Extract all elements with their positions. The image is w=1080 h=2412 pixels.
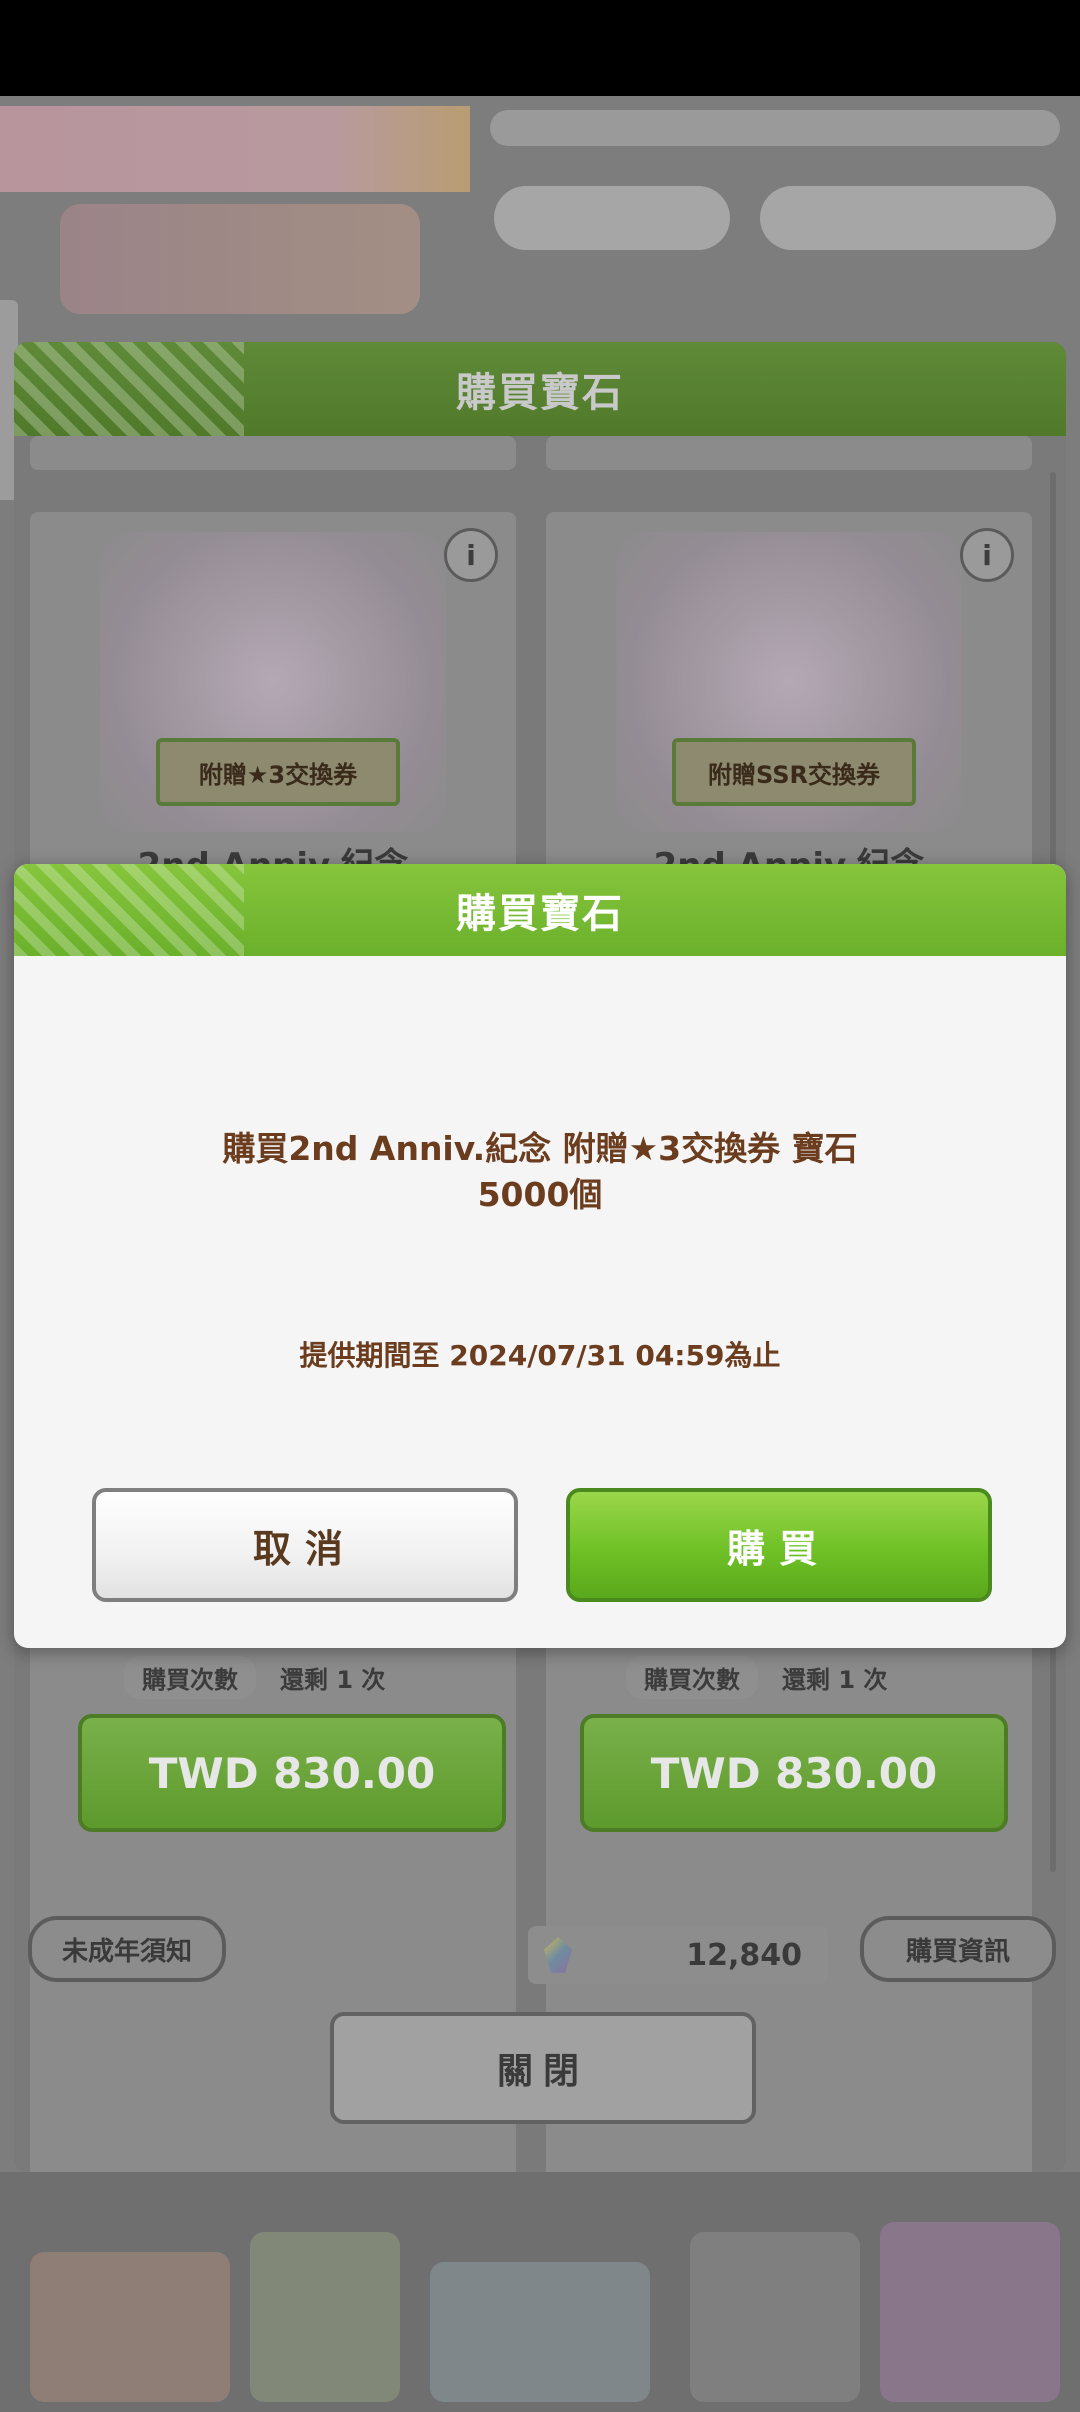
info-icon[interactable]: i — [444, 528, 498, 582]
bonus-ticket-label: 附贈★3交換券 — [156, 738, 400, 806]
background-thumbnail — [30, 2252, 230, 2402]
confirm-message-line1: 購買2nd Anniv.紀念 附贈★3交換券 寶石 — [222, 1129, 858, 1168]
background-bottom-strip — [0, 2172, 1080, 2412]
purchase-info-button[interactable]: 購買資訊 — [860, 1916, 1056, 1982]
purchase-count: 購買次數 還剩 1 次 — [124, 1656, 393, 1699]
cancel-button[interactable]: 取消 — [92, 1488, 518, 1602]
purchase-confirm-dialog: 購買寶石 購買2nd Anniv.紀念 附贈★3交換券 寶石 5000個 提供期… — [14, 864, 1066, 1648]
confirm-dialog-title: 購買寶石 — [456, 891, 624, 937]
status-bar — [0, 0, 1080, 96]
purchase-count-label: 購買次數 — [626, 1656, 758, 1699]
background-thumbnail — [430, 2262, 650, 2402]
confirm-message-line2: 5000個 — [477, 1175, 603, 1214]
gem-icon — [544, 1937, 572, 1973]
product-card-partial — [30, 436, 516, 470]
purchase-count: 購買次數 還剩 1 次 — [626, 1656, 895, 1699]
minor-notice-button[interactable]: 未成年須知 — [28, 1916, 226, 1982]
buy-button[interactable]: 購買 — [566, 1488, 992, 1602]
price-button[interactable]: TWD 830.00 — [580, 1714, 1008, 1832]
confirm-message: 購買2nd Anniv.紀念 附贈★3交換券 寶石 5000個 — [14, 1126, 1066, 1218]
purchase-count-value: 還剩 1 次 — [782, 1666, 888, 1694]
info-icon[interactable]: i — [960, 528, 1014, 582]
background-resource-bar — [490, 110, 1060, 146]
background-pill-button — [760, 186, 1056, 250]
background-banner — [60, 204, 420, 314]
background-thumbnail — [250, 2232, 400, 2402]
purchase-count-value: 還剩 1 次 — [280, 1666, 386, 1694]
bonus-ticket-label: 附贈SSR交換券 — [672, 738, 916, 806]
background-thumbnail — [880, 2222, 1060, 2402]
gem-shop-dialog-title: 購買寶石 — [456, 370, 624, 416]
product-card-partial — [546, 436, 1032, 470]
background-thumbnail — [690, 2232, 860, 2402]
price-button[interactable]: TWD 830.00 — [78, 1714, 506, 1832]
gem-balance-amount: 12,840 — [686, 1937, 802, 1973]
confirm-dialog-header: 購買寶石 — [14, 864, 1066, 956]
purchase-count-label: 購買次數 — [124, 1656, 256, 1699]
gem-balance: 12,840 — [528, 1926, 828, 1984]
background-pill-button — [494, 186, 730, 250]
background-header — [0, 106, 470, 192]
close-button[interactable]: 關閉 — [330, 2012, 756, 2124]
gem-shop-dialog-header: 購買寶石 — [14, 342, 1066, 436]
offer-period: 提供期間至 2024/07/31 04:59為止 — [299, 1339, 781, 1372]
